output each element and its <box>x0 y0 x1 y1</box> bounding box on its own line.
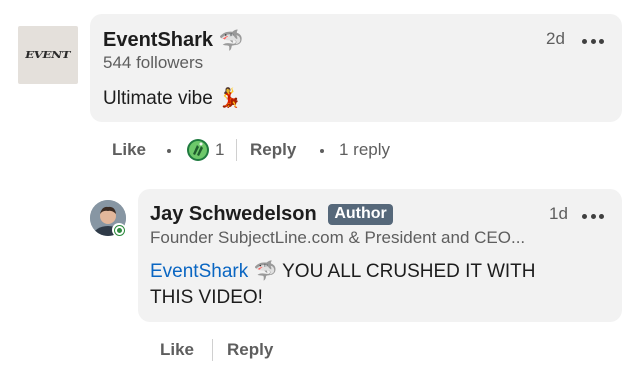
comment-timestamp: 2d <box>546 29 565 48</box>
reply-bubble: Jay Schwedelson Author Founder SubjectLi… <box>138 189 622 322</box>
reply-author-line: Jay Schwedelson Author <box>150 203 393 226</box>
comment-like-button[interactable]: Like <box>112 140 146 160</box>
dancer-emoji-icon: 💃 <box>218 88 242 109</box>
shark-emoji-icon: 🦈 <box>218 30 244 52</box>
comment-text: Ultimate vibe 💃 <box>103 86 242 112</box>
comment-bubble: EventShark 🦈 544 followers 2d Ultimate v… <box>90 14 622 122</box>
divider <box>236 139 237 161</box>
separator-dot <box>320 149 324 153</box>
online-status-icon <box>112 223 126 237</box>
mention-link[interactable]: EventShark <box>150 261 248 282</box>
comment-author-followers: 544 followers <box>103 53 204 72</box>
reply-timestamp: 1d <box>549 204 568 223</box>
celebrate-reaction-icon[interactable] <box>186 138 210 162</box>
separator-dot <box>167 149 171 153</box>
eventshark-avatar[interactable]: EVENT <box>18 26 78 84</box>
author-badge: Author <box>328 204 393 225</box>
reply-like-button[interactable]: Like <box>160 340 194 360</box>
shark-emoji-icon: 🦈 <box>253 261 278 282</box>
comment-author-name[interactable]: EventShark 🦈 <box>103 28 244 53</box>
reply-reply-button[interactable]: Reply <box>227 340 273 360</box>
reply-author-name[interactable]: Jay Schwedelson <box>150 203 317 225</box>
divider <box>212 339 213 361</box>
reaction-count[interactable]: 1 <box>215 140 224 160</box>
comment-reply-button[interactable]: Reply <box>250 140 296 160</box>
comment-more-options-icon[interactable] <box>582 38 604 44</box>
reply-more-options-icon[interactable] <box>582 213 604 219</box>
reply-text: EventShark 🦈 YOU ALL CRUSHED IT WITH THI… <box>150 261 536 309</box>
reply-author-headline: Founder SubjectLine.com & President and … <box>150 228 526 247</box>
eventshark-logo-text: EVENT <box>24 49 72 61</box>
comment-replies-count-link[interactable]: 1 reply <box>339 140 390 160</box>
